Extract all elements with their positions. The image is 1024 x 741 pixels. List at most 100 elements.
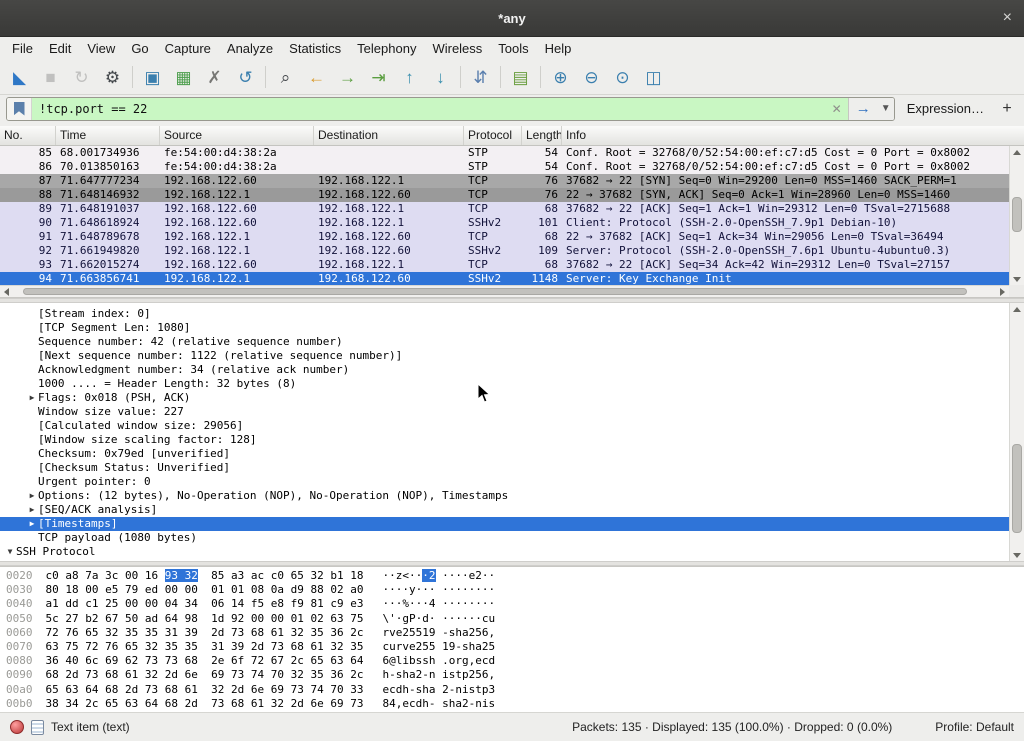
detail-line[interactable]: TCP payload (1080 bytes) [0, 531, 1009, 545]
hex-row[interactable]: 00a065 63 64 68 2d 73 68 61 32 2d 6e 69 … [6, 683, 1024, 697]
detail-line[interactable]: ▼SSH Protocol [0, 545, 1009, 559]
scroll-track[interactable] [1010, 158, 1024, 273]
expander-expanded-icon[interactable]: ▼ [4, 545, 16, 559]
detail-line[interactable]: Urgent pointer: 0 [0, 475, 1009, 489]
scroll-down-button[interactable] [1011, 273, 1024, 285]
expander-collapsed-icon[interactable]: ▶ [26, 489, 38, 503]
go-forward-button[interactable]: → [332, 63, 363, 91]
column-header-info[interactable]: Info [562, 126, 1024, 145]
display-filter-input[interactable]: !tcp.port == 22 ✕ → ▼ [6, 97, 895, 121]
titlebar[interactable]: *any × [0, 0, 1024, 37]
detail-line[interactable]: [Stream index: 0] [0, 307, 1009, 321]
scroll-track-horizontal[interactable] [13, 286, 996, 297]
detail-line[interactable]: Acknowledgment number: 34 (relative ack … [0, 363, 1009, 377]
menu-view[interactable]: View [79, 38, 123, 59]
filter-history-dropdown[interactable]: ▼ [878, 98, 894, 120]
capture-file-properties-icon[interactable] [31, 720, 44, 735]
column-header-len[interactable]: Length [522, 126, 562, 145]
colorize-button[interactable]: ▤ [505, 63, 536, 91]
details-scroll-up-button[interactable] [1011, 303, 1024, 315]
expander-collapsed-icon[interactable]: ▶ [26, 517, 38, 531]
packet-row[interactable]: 9171.648789678192.168.122.1192.168.122.6… [0, 230, 1009, 244]
zoom-out-button[interactable]: ⊖ [576, 63, 607, 91]
packet-list-vertical-scrollbar[interactable] [1009, 146, 1024, 285]
column-header-time[interactable]: Time [56, 126, 160, 145]
resize-columns-button[interactable]: ◫ [638, 63, 669, 91]
detail-line[interactable]: [TCP Segment Len: 1080] [0, 321, 1009, 335]
scroll-thumb-horizontal[interactable] [23, 288, 967, 295]
zoom-in-button[interactable]: ⊕ [545, 63, 576, 91]
expert-info-icon[interactable] [10, 720, 24, 734]
find-packet-button[interactable]: ⌕ [270, 63, 301, 91]
column-header-no[interactable]: No. [0, 126, 56, 145]
filter-clear-button[interactable]: ✕ [826, 98, 848, 120]
details-vertical-scrollbar[interactable] [1009, 303, 1024, 561]
hex-row[interactable]: 00b038 34 2c 65 63 64 68 2d 73 68 61 32 … [6, 697, 1024, 711]
capture-options-button[interactable]: ⚙ [97, 63, 128, 91]
zoom-original-button[interactable]: ⊙ [607, 63, 638, 91]
packet-row[interactable]: 9271.661949820192.168.122.1192.168.122.6… [0, 244, 1009, 258]
detail-line[interactable]: ▶[SEQ/ACK analysis] [0, 503, 1009, 517]
auto-scroll-button[interactable]: ⇵ [465, 63, 496, 91]
scroll-right-button[interactable] [996, 286, 1009, 298]
packet-row[interactable]: 8971.648191037192.168.122.60192.168.122.… [0, 202, 1009, 216]
hex-row[interactable]: 0020c0 a8 7a 3c 00 16 93 32 85 a3 ac c0 … [6, 569, 1024, 583]
detail-line[interactable]: ▶[Timestamps] [0, 517, 1009, 531]
close-capture-button[interactable]: ✗ [199, 63, 230, 91]
save-file-button[interactable]: ▦ [168, 63, 199, 91]
hex-row[interactable]: 0040a1 dd c1 25 00 00 04 34 06 14 f5 e8 … [6, 597, 1024, 611]
hex-row[interactable]: 008036 40 6c 69 62 73 73 68 2e 6f 72 67 … [6, 654, 1024, 668]
scroll-left-button[interactable] [0, 286, 13, 298]
close-window-button[interactable]: × [1003, 10, 1012, 26]
packet-row[interactable]: 8771.647777234192.168.122.60192.168.122.… [0, 174, 1009, 188]
go-back-button[interactable]: ← [301, 63, 332, 91]
status-profile[interactable]: Profile: Default [935, 720, 1014, 734]
detail-line[interactable]: [Calculated window size: 29056] [0, 419, 1009, 433]
menu-capture[interactable]: Capture [157, 38, 219, 59]
menu-go[interactable]: Go [123, 38, 156, 59]
go-last-button[interactable]: ↓ [425, 63, 456, 91]
scroll-up-button[interactable] [1011, 146, 1024, 158]
menu-file[interactable]: File [4, 38, 41, 59]
hex-row[interactable]: 00505c 27 b2 67 50 ad 64 98 1d 92 00 00 … [6, 612, 1024, 626]
menu-wireless[interactable]: Wireless [424, 38, 490, 59]
details-scroll-thumb[interactable] [1012, 444, 1022, 533]
expander-collapsed-icon[interactable]: ▶ [16, 559, 28, 561]
filter-apply-button[interactable]: → [848, 98, 878, 120]
detail-line[interactable]: Window size value: 227 [0, 405, 1009, 419]
packet-row[interactable]: 9071.648618924192.168.122.60192.168.122.… [0, 216, 1009, 230]
go-to-packet-button[interactable]: ⇥ [363, 63, 394, 91]
hex-row[interactable]: 009068 2d 73 68 61 32 2d 6e 69 73 74 70 … [6, 668, 1024, 682]
filter-text-value[interactable]: !tcp.port == 22 [32, 98, 826, 120]
expression-button[interactable]: Expression… [901, 101, 990, 116]
detail-line[interactable]: ▶Flags: 0x018 (PSH, ACK) [0, 391, 1009, 405]
filter-bookmark-button[interactable] [7, 98, 32, 120]
capture-start-button[interactable]: ◣ [4, 63, 35, 91]
detail-line[interactable]: ▶SSH Version 2 (encryption:chacha20-poly… [0, 559, 1009, 561]
add-filter-button[interactable]: + [996, 97, 1018, 121]
menu-statistics[interactable]: Statistics [281, 38, 349, 59]
packet-row[interactable]: 8568.001734936fe:54:00:d4:38:2aSTP54Conf… [0, 146, 1009, 160]
expander-collapsed-icon[interactable]: ▶ [26, 391, 38, 405]
menu-tools[interactable]: Tools [490, 38, 536, 59]
packet-row[interactable]: 9471.663856741192.168.122.1192.168.122.6… [0, 272, 1009, 286]
details-scroll-down-button[interactable] [1011, 549, 1024, 561]
packet-row[interactable]: 8670.013850163fe:54:00:d4:38:2aSTP54Conf… [0, 160, 1009, 174]
scroll-thumb[interactable] [1012, 197, 1022, 232]
expander-collapsed-icon[interactable]: ▶ [26, 503, 38, 517]
hex-row[interactable]: 003080 18 00 e5 79 ed 00 00 01 01 08 0a … [6, 583, 1024, 597]
detail-line[interactable]: Checksum: 0x79ed [unverified] [0, 447, 1009, 461]
menu-analyze[interactable]: Analyze [219, 38, 281, 59]
column-header-src[interactable]: Source [160, 126, 314, 145]
details-scroll-track[interactable] [1010, 315, 1024, 549]
menu-edit[interactable]: Edit [41, 38, 79, 59]
open-file-button[interactable]: ▣ [137, 63, 168, 91]
packet-list-horizontal-scrollbar[interactable] [0, 285, 1009, 297]
go-first-button[interactable]: ↑ [394, 63, 425, 91]
detail-line[interactable]: ▶Options: (12 bytes), No-Operation (NOP)… [0, 489, 1009, 503]
hex-row[interactable]: 007063 75 72 76 65 32 35 35 31 39 2d 73 … [6, 640, 1024, 654]
detail-line[interactable]: [Checksum Status: Unverified] [0, 461, 1009, 475]
menu-telephony[interactable]: Telephony [349, 38, 424, 59]
detail-line[interactable]: Sequence number: 42 (relative sequence n… [0, 335, 1009, 349]
detail-line[interactable]: 1000 .... = Header Length: 32 bytes (8) [0, 377, 1009, 391]
